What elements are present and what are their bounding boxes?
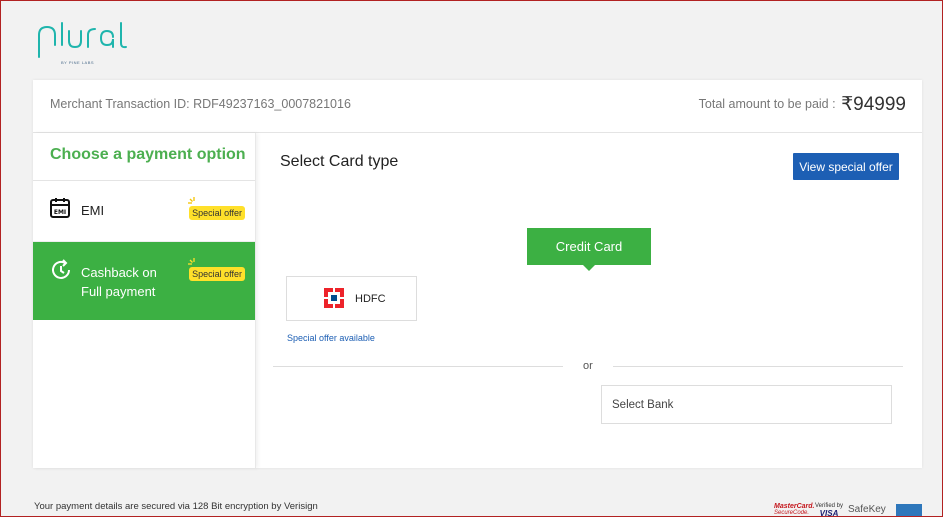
credit-card-tab[interactable]: Credit Card [527, 228, 651, 265]
sidebar-item-emi[interactable]: EMI EMI Special offer [33, 181, 255, 242]
sidebar-item-cashback[interactable]: Cashback on Full payment Special offer [33, 242, 255, 320]
card-selection-area: Select Card type View special offer Cred… [256, 133, 922, 468]
select-card-type-title: Select Card type [280, 153, 399, 170]
total-amount-block: Total amount to be paid : ₹94999 [699, 93, 906, 116]
svg-text:EMI: EMI [54, 209, 66, 216]
total-amount-label: Total amount to be paid : [698, 97, 836, 111]
mastercard-securecode-logo: MasterCard. SecureCode. [774, 503, 815, 516]
tab-pointer [583, 265, 595, 271]
security-note: Your payment details are secured via 128… [34, 501, 318, 512]
label-line-2: Full payment [81, 284, 156, 299]
panel-header: Merchant Transaction ID: RDF49237163_000… [33, 80, 922, 133]
or-separator: or [583, 360, 593, 372]
divider-left [273, 366, 563, 367]
merchant-transaction-id: Merchant Transaction ID: RDF49237163_000… [50, 97, 351, 111]
hdfc-logo-icon [324, 288, 344, 313]
sidebar-item-label: Cashback on Full payment [81, 263, 157, 301]
verified-by-visa-logo: Verified by VISA [815, 503, 844, 517]
special-offer-badge: Special offer [189, 206, 245, 220]
view-special-offer-button[interactable]: View special offer [793, 153, 899, 180]
safekey-logo: SafeKey [848, 504, 886, 515]
logo-byline: BY PINE LABS [61, 60, 95, 65]
sidebar-item-label: EMI [81, 203, 105, 218]
sidebar-title: Choose a payment option [33, 133, 255, 181]
divider-right [613, 366, 903, 367]
bank-card-hdfc[interactable]: HDFC [286, 276, 417, 321]
clock-refresh-icon [50, 259, 72, 286]
security-badges: MasterCard. SecureCode. Verified by VISA S… [774, 502, 924, 517]
select-bank-dropdown[interactable]: Select Bank [601, 385, 892, 424]
total-amount-value: ₹94999 [841, 94, 906, 115]
label-line-1: Cashback on [81, 265, 157, 280]
special-offer-available-link[interactable]: Special offer available [287, 333, 375, 343]
bank-name: HDFC [355, 293, 386, 305]
payment-panel: Merchant Transaction ID: RDF49237163_000… [33, 80, 922, 468]
payment-options-sidebar: Choose a payment option EMI EMI Special … [33, 133, 256, 468]
american-express-logo [896, 504, 922, 516]
plural-logo: BY PINE LABS [35, 21, 130, 67]
calendar-emi-icon: EMI [50, 197, 70, 224]
special-offer-badge: Special offer [189, 267, 245, 281]
